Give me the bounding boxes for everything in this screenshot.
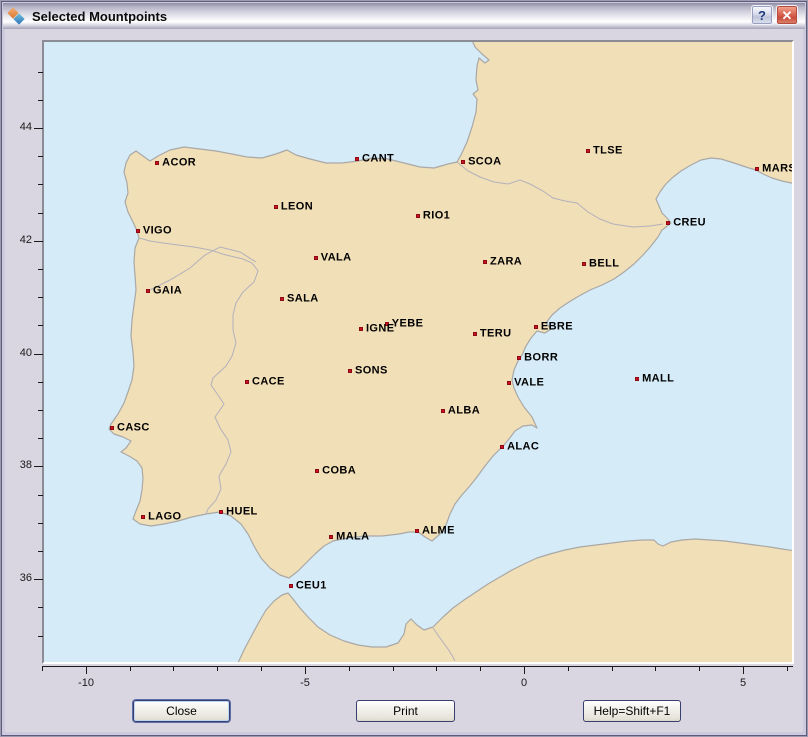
window-title: Selected Mountpoints [32,9,805,24]
titlebar-help-button[interactable]: ? [751,5,773,25]
titlebar[interactable]: Selected Mountpoints [3,3,805,29]
x-tick-label-5: 5 [721,677,765,689]
x-minor-tick [787,667,788,671]
x-major-tick--10 [86,667,87,674]
x-minor-tick [393,667,394,671]
close-button[interactable]: Close [133,700,230,722]
y-major-tick-40 [34,354,43,355]
y-major-tick-42 [34,241,43,242]
iberia-map [44,42,792,662]
y-minor-tick [38,269,43,270]
y-minor-tick [38,551,43,552]
y-tick-label-38: 38 [6,459,32,471]
y-minor-tick [38,382,43,383]
x-minor-tick [130,667,131,671]
y-major-tick-38 [34,466,43,467]
x-minor-tick [173,667,174,671]
map-plot: ACORCANTSCOATLSEMARSLEONRIO1CREUVIGOVALA… [42,40,794,664]
y-tick-label-44: 44 [6,121,32,133]
x-minor-tick [699,667,700,671]
x-axis-line [42,666,793,667]
y-tick-label-40: 40 [6,347,32,359]
y-minor-tick [38,156,43,157]
x-minor-tick [217,667,218,671]
x-major-tick-5 [743,667,744,674]
x-tick-label--10: -10 [64,677,108,689]
x-minor-tick [480,667,481,671]
y-minor-tick [38,607,43,608]
app-icon [8,8,26,24]
y-minor-tick [38,495,43,496]
y-minor-tick [38,325,43,326]
y-minor-tick [38,410,43,411]
x-minor-tick [42,667,43,671]
selected-mountpoints-window: Selected Mountpoints ? ✕ ACORCANTSCOATLS… [0,0,808,737]
y-major-tick-44 [34,128,43,129]
help-shortcut-button[interactable]: Help=Shift+F1 [583,700,681,722]
y-minor-tick [38,438,43,439]
x-minor-tick [436,667,437,671]
x-major-tick-0 [524,667,525,674]
y-major-tick-36 [34,579,43,580]
y-minor-tick [38,297,43,298]
x-tick-label-0: 0 [502,677,546,689]
y-minor-tick [38,100,43,101]
y-minor-tick [38,523,43,524]
print-button[interactable]: Print [356,700,455,722]
x-minor-tick [349,667,350,671]
y-tick-label-42: 42 [6,234,32,246]
x-minor-tick [655,667,656,671]
titlebar-close-icon[interactable]: ✕ [776,5,798,25]
x-minor-tick [612,667,613,671]
x-major-tick--5 [305,667,306,674]
x-minor-tick [568,667,569,671]
x-minor-tick [261,667,262,671]
x-tick-label--5: -5 [283,677,327,689]
y-minor-tick [38,184,43,185]
y-minor-tick [38,72,43,73]
y-tick-label-36: 36 [6,572,32,584]
y-minor-tick [38,213,43,214]
y-minor-tick [38,636,43,637]
